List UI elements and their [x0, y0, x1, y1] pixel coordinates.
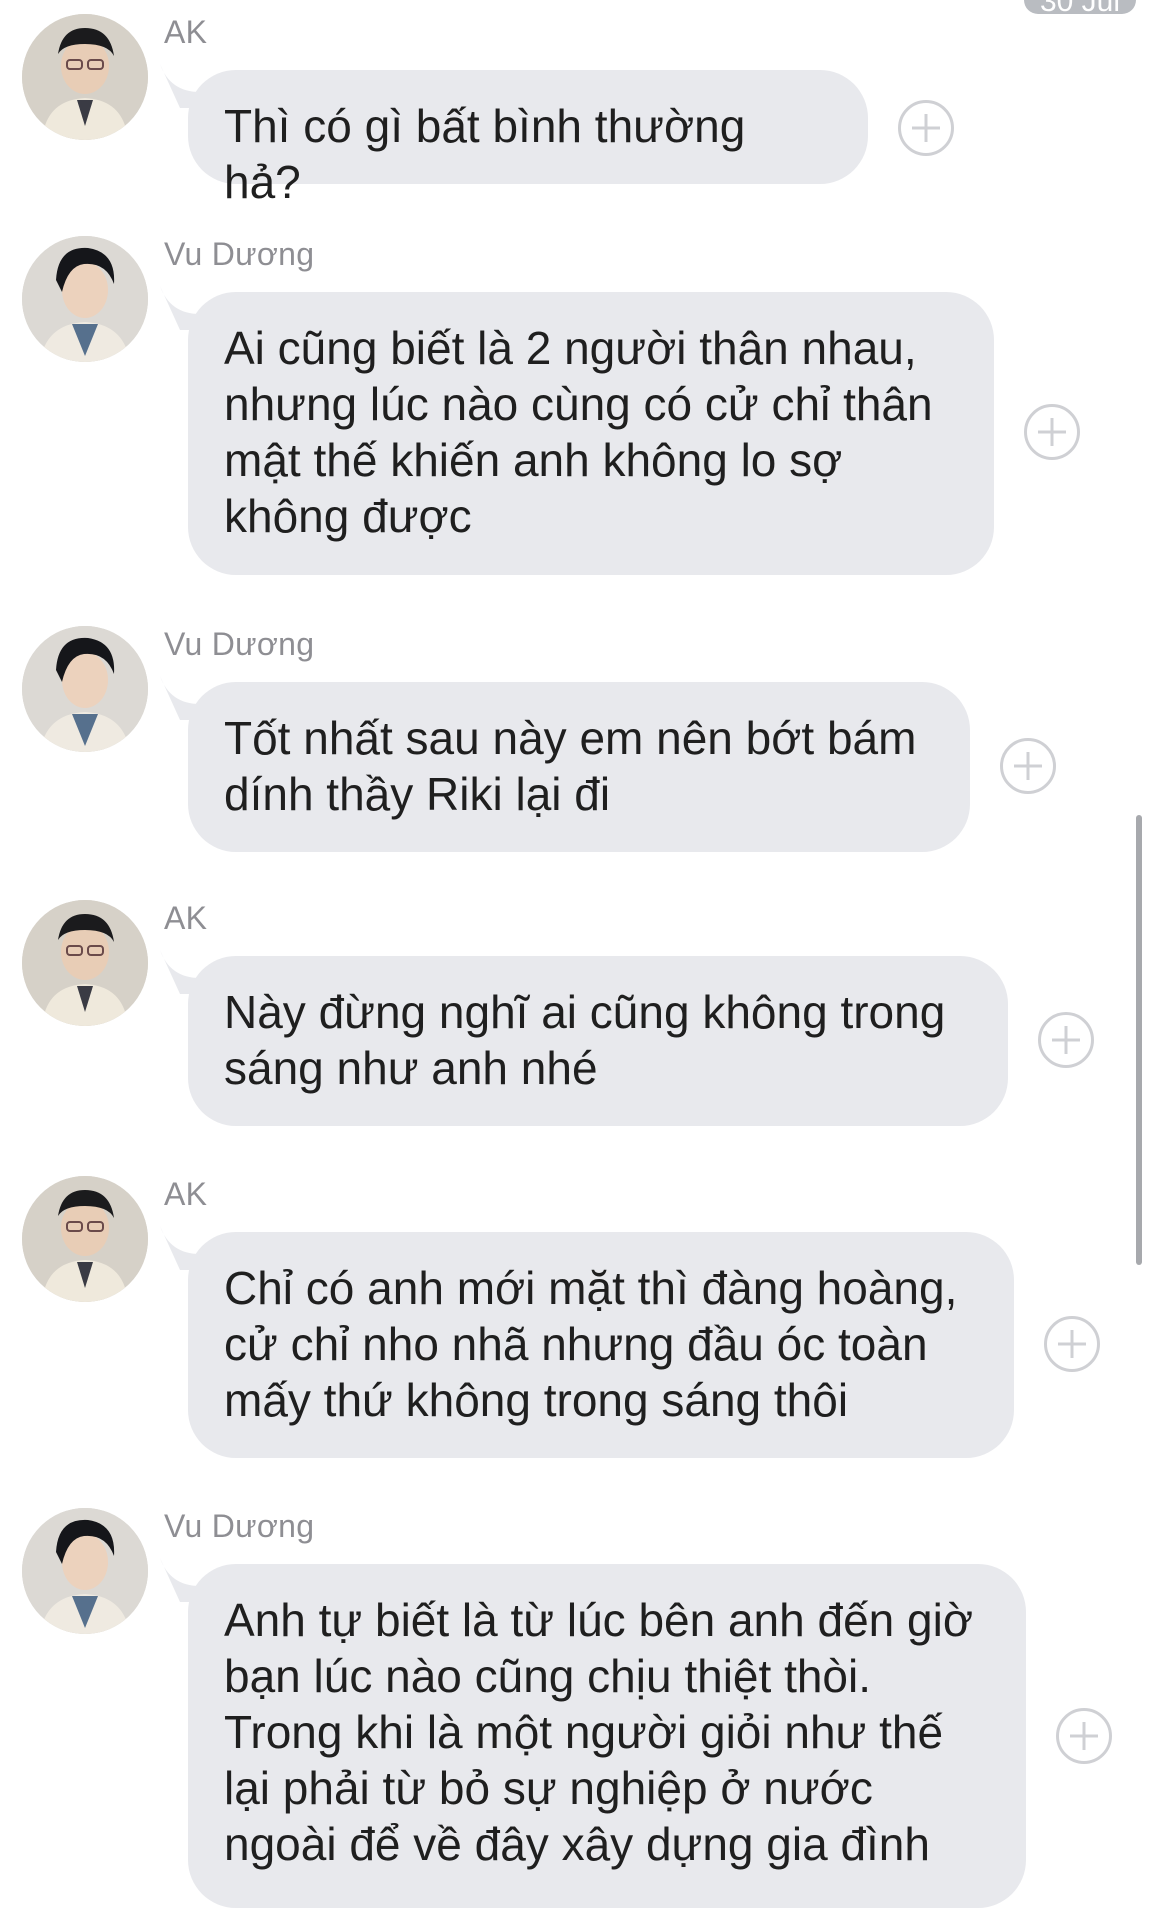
- sender-name: AK: [164, 900, 208, 936]
- avatar-ak[interactable]: [22, 900, 148, 1026]
- add-reaction-icon[interactable]: [1038, 1012, 1094, 1068]
- sender-name: Vu Dương: [164, 1508, 315, 1544]
- avatar-vu-duong[interactable]: [22, 1508, 148, 1634]
- add-reaction-icon[interactable]: [898, 100, 954, 156]
- scrollbar[interactable]: [1136, 815, 1142, 1265]
- add-reaction-icon[interactable]: [1024, 404, 1080, 460]
- avatar-ak-image: [22, 1176, 148, 1302]
- sender-name: Vu Dương: [164, 236, 315, 272]
- message-bubble[interactable]: Này đừng nghĩ ai cũng không trong sáng n…: [188, 956, 1008, 1126]
- message-item: AK Chỉ có anh mới mặt thì đàng hoàng, cử…: [0, 1176, 1154, 1466]
- message-item: Vu Dương Ai cũng biết là 2 người thân nh…: [0, 236, 1154, 575]
- avatar-ak-image: [22, 900, 148, 1026]
- avatar-ak[interactable]: [22, 1176, 148, 1302]
- message-item: Vu Dương Tốt nhất sau này em nên bớt bám…: [0, 626, 1154, 852]
- message-item: AK Thì có gì bất bình thường hả?: [0, 14, 1154, 208]
- chat-thread: AK Thì có gì bất bình thường hả? Vu Dươn…: [0, 0, 1154, 1920]
- avatar-vu-duong-image: [22, 626, 148, 752]
- message-item: AK Này đừng nghĩ ai cũng không trong sán…: [0, 900, 1154, 1126]
- avatar-vu-duong-image: [22, 236, 148, 362]
- message-bubble[interactable]: Thì có gì bất bình thường hả?: [188, 70, 868, 208]
- sender-name: Vu Dương: [164, 626, 315, 662]
- avatar-vu-duong[interactable]: [22, 236, 148, 362]
- message-bubble[interactable]: Chỉ có anh mới mặt thì đàng hoàng, cử ch…: [188, 1232, 1014, 1458]
- message-item: Vu Dương Anh tự biết là từ lúc bên anh đ…: [0, 1508, 1154, 1920]
- message-bubble[interactable]: Ai cũng biết là 2 người thân nhau, nhưng…: [188, 292, 994, 575]
- avatar-ak-image: [22, 14, 148, 140]
- message-bubble[interactable]: Anh tự biết là từ lúc bên anh đến giờ bạ…: [188, 1564, 1026, 1908]
- avatar-ak[interactable]: [22, 14, 148, 140]
- sender-name: AK: [164, 14, 208, 50]
- add-reaction-icon[interactable]: [1056, 1708, 1112, 1764]
- add-reaction-icon[interactable]: [1000, 738, 1056, 794]
- add-reaction-icon[interactable]: [1044, 1316, 1100, 1372]
- avatar-vu-duong[interactable]: [22, 626, 148, 752]
- sender-name: AK: [164, 1176, 208, 1212]
- message-bubble[interactable]: Tốt nhất sau này em nên bớt bám dính thầ…: [188, 682, 970, 852]
- avatar-vu-duong-image: [22, 1508, 148, 1634]
